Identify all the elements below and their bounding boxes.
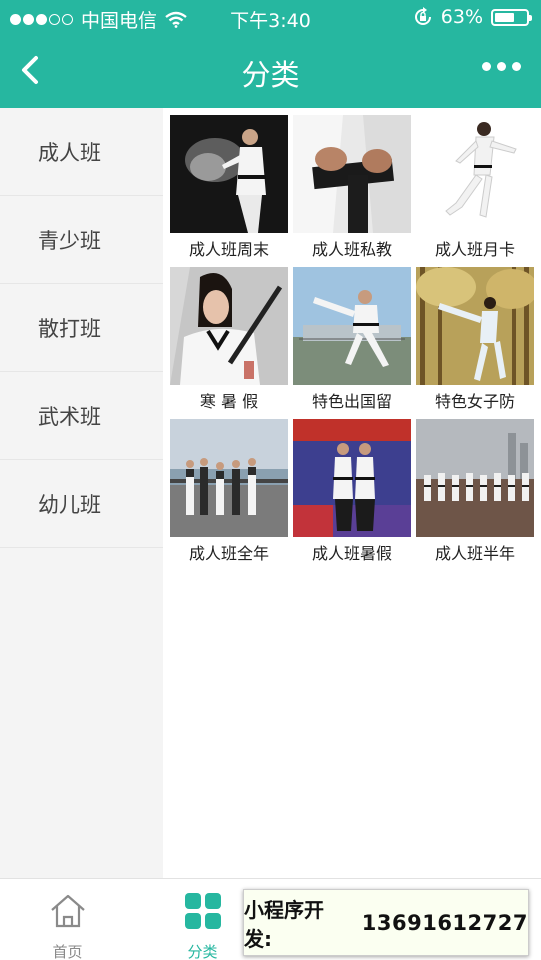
sidebar-item-kids[interactable]: 幼儿班 [0,460,163,548]
product-caption: 成人班暑假 [311,544,392,563]
product-photo [170,115,288,233]
product-card[interactable]: 特色女子防 [416,267,534,419]
product-photo [416,115,534,233]
more-options-icon[interactable] [482,62,521,71]
sidebar-item-label: 青少班 [38,228,101,253]
product-card[interactable]: 特色出国留 [293,267,411,419]
product-caption: 特色出国留 [311,392,392,411]
nav-bar: 分类 [0,36,541,108]
sidebar-item-label: 成人班 [38,140,101,165]
grid-icon [185,893,221,929]
status-right: 63% [413,6,532,28]
sidebar-item-wushu[interactable]: 武术班 [0,372,163,460]
banner-label: 小程序开发: [244,897,324,951]
sidebar-item-youth[interactable]: 青少班 [0,196,163,284]
product-card[interactable]: 寒 暑 假 [170,267,288,419]
status-bar: 中国电信 下午3:40 63% [0,0,541,36]
tab-label: 首页 [52,943,83,960]
sidebar-item-label: 幼儿班 [38,492,101,517]
product-caption: 成人班周末 [188,240,269,259]
battery-icon [491,8,532,26]
product-card[interactable]: 成人班半年 [416,419,534,571]
battery-percent: 63% [440,6,483,28]
product-caption: 成人班私教 [311,240,392,259]
category-sidebar: 成人班 青少班 散打班 武术班 幼儿班 [0,108,163,878]
product-card[interactable]: 成人班全年 [170,419,288,571]
product-photo [416,267,534,385]
product-caption: 成人班月卡 [434,240,515,259]
product-photo [293,267,411,385]
sidebar-item-label: 武术班 [38,404,101,429]
rotation-lock-icon [414,7,431,25]
product-caption: 特色女子防 [434,392,515,411]
product-grid: 成人班周末 成人班私教 成人班月卡 寒 暑 假 特色出国留 特色女子防 成人班全… [170,115,536,571]
product-caption: 成人班半年 [434,544,515,563]
sidebar-item-label: 散打班 [38,316,101,341]
sidebar-item-sanda[interactable]: 散打班 [0,284,163,372]
product-photo [416,419,534,537]
product-card[interactable]: 成人班暑假 [293,419,411,571]
page-title: 分类 [241,58,300,92]
product-caption: 成人班全年 [188,544,269,563]
product-photo [293,419,411,537]
product-photo [170,267,288,385]
product-card[interactable]: 成人班私教 [293,115,411,267]
product-caption: 寒 暑 假 [199,392,259,411]
sidebar-item-adult[interactable]: 成人班 [0,108,163,196]
banner-phone: 13691612727 [361,910,528,935]
product-photo [293,115,411,233]
top-bar: 中国电信 下午3:40 63% 分类 [0,0,541,108]
contact-banner[interactable]: 小程序开发: 13691612727 [243,889,529,956]
product-card[interactable]: 成人班月卡 [416,115,534,267]
tab-home[interactable]: 首页 [0,879,135,960]
home-icon [51,894,85,928]
product-card[interactable]: 成人班周末 [170,115,288,267]
product-photo [170,419,288,537]
